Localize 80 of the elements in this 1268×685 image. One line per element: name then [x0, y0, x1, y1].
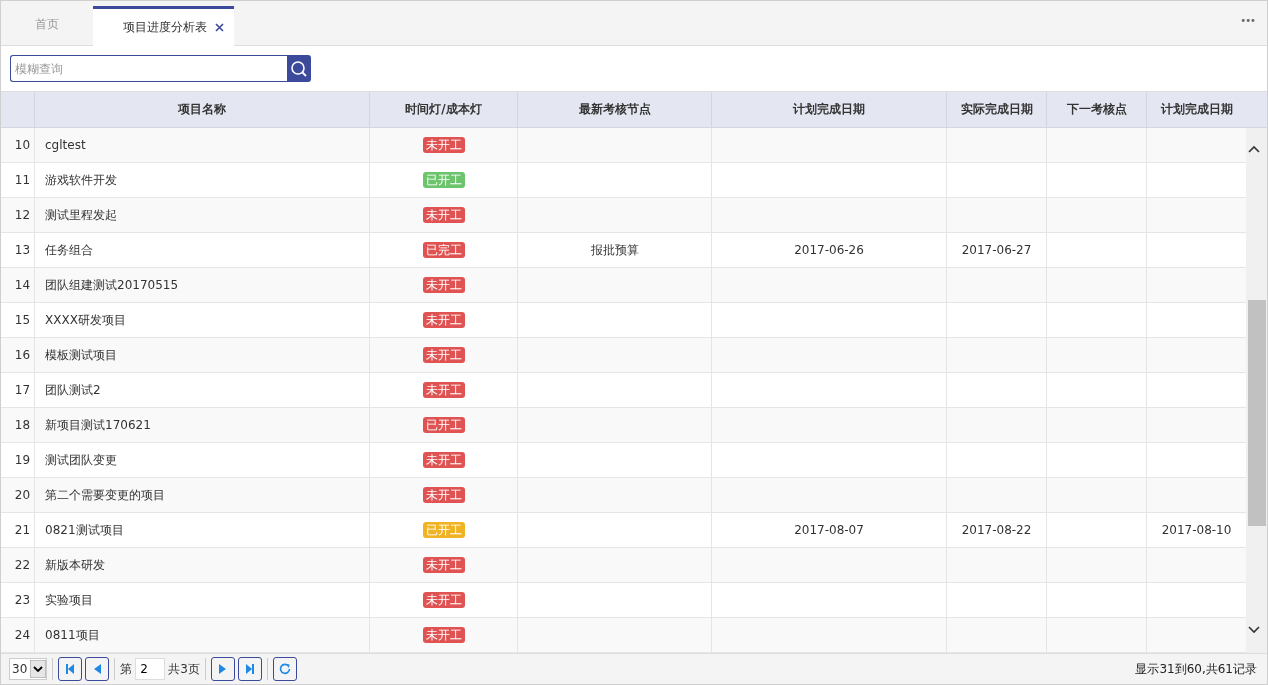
status-badge: 未开工 [422, 627, 465, 643]
table-cell: 新项目测试170621 [34, 408, 369, 442]
status-badge: 未开工 [422, 312, 465, 328]
table-cell: 测试团队变更 [34, 443, 369, 477]
status-badge: 未开工 [422, 277, 465, 293]
table-cell: XXXX研发项目 [34, 303, 369, 337]
previous-icon [93, 664, 102, 674]
row-number: 10 [13, 137, 32, 154]
column-header: 最新考核节点 [517, 92, 711, 127]
table-cell: 团队组建测试20170515 [34, 268, 369, 302]
column-header: 计划完成日期 [1146, 92, 1246, 127]
table-cell: 新版本研发 [34, 548, 369, 582]
row-number: 12 [13, 207, 32, 224]
column-header: 项目名称 [34, 92, 369, 127]
row-number: 20 [13, 487, 32, 504]
status-badge: 未开工 [422, 382, 465, 398]
table-cell: 任务组合 [34, 233, 369, 267]
row-number: 23 [13, 592, 32, 609]
row-number: 19 [13, 452, 32, 469]
record-summary: 显示31到60,共61记录 [1135, 660, 1257, 678]
page-input[interactable]: 2 [135, 658, 166, 680]
row-number: 16 [13, 347, 32, 364]
page-size-select[interactable]: 30 [9, 658, 48, 680]
search-field[interactable]: 模糊查询 [10, 55, 287, 82]
status-badge: 未开工 [422, 347, 465, 363]
first-page-icon [65, 664, 76, 674]
status-badge: 已开工 [422, 172, 465, 188]
scrollbar-thumb[interactable] [1248, 300, 1266, 526]
table-cell: 0821测试项目 [34, 513, 369, 547]
table-cell: 2017-08-22 [946, 513, 1046, 547]
table-cell: 测试里程发起 [34, 198, 369, 232]
tab[interactable]: 项目进度分析表 [93, 6, 234, 46]
table-cell: 报批预算 [517, 233, 711, 267]
refresh-icon [278, 663, 291, 675]
total-pages: 共3页 [168, 660, 200, 678]
table-cell: 团队测试2 [34, 373, 369, 407]
scrollbar[interactable] [1246, 128, 1267, 653]
refresh-button[interactable] [272, 657, 297, 681]
table-cell: 0811项目 [34, 618, 369, 652]
column-header: 计划完成日期 [711, 92, 946, 127]
search-button[interactable] [287, 55, 311, 82]
table-cell: 2017-06-26 [711, 233, 946, 267]
last-page-icon [244, 664, 255, 674]
table-cell: 实验项目 [34, 583, 369, 617]
page-label: 第 [120, 660, 133, 678]
dropdown-icon [30, 660, 47, 678]
table-cell: 游戏软件开发 [34, 163, 369, 197]
table-cell: 2017-08-07 [711, 513, 946, 547]
first-page-button[interactable] [58, 657, 83, 681]
status-badge: 已完工 [422, 242, 465, 258]
last-page-button[interactable] [237, 657, 262, 681]
row-number: 22 [13, 557, 32, 574]
status-badge: 未开工 [422, 592, 465, 608]
status-badge: 未开工 [422, 487, 465, 503]
table-cell: cgltest [34, 128, 369, 162]
next-icon [218, 664, 227, 674]
more-menu[interactable]: ••• [1240, 15, 1255, 26]
table-cell: 第二个需要变更的项目 [34, 478, 369, 512]
status-badge: 未开工 [422, 557, 465, 573]
table-cell: 2017-06-27 [946, 233, 1046, 267]
status-badge: 已开工 [422, 417, 465, 433]
row-number: 14 [13, 277, 32, 294]
column-header: 实际完成日期 [946, 92, 1046, 127]
column-header: 时间灯/成本灯 [369, 92, 517, 127]
status-badge: 已开工 [422, 522, 465, 538]
row-number: 15 [13, 312, 32, 329]
row-number: 24 [13, 627, 32, 644]
status-badge: 未开工 [422, 137, 465, 153]
status-badge: 未开工 [422, 452, 465, 468]
row-number: 11 [13, 172, 32, 189]
status-badge: 未开工 [422, 207, 465, 223]
table-cell: 模板测试项目 [34, 338, 369, 372]
previous-page-button[interactable] [85, 657, 110, 681]
row-number: 17 [13, 382, 32, 399]
row-number: 21 [13, 522, 32, 539]
close-icon[interactable] [215, 23, 224, 32]
row-number: 13 [13, 242, 32, 259]
row-number: 18 [13, 417, 32, 434]
next-page-button[interactable] [210, 657, 235, 681]
column-header: 下一考核点 [1046, 92, 1146, 127]
